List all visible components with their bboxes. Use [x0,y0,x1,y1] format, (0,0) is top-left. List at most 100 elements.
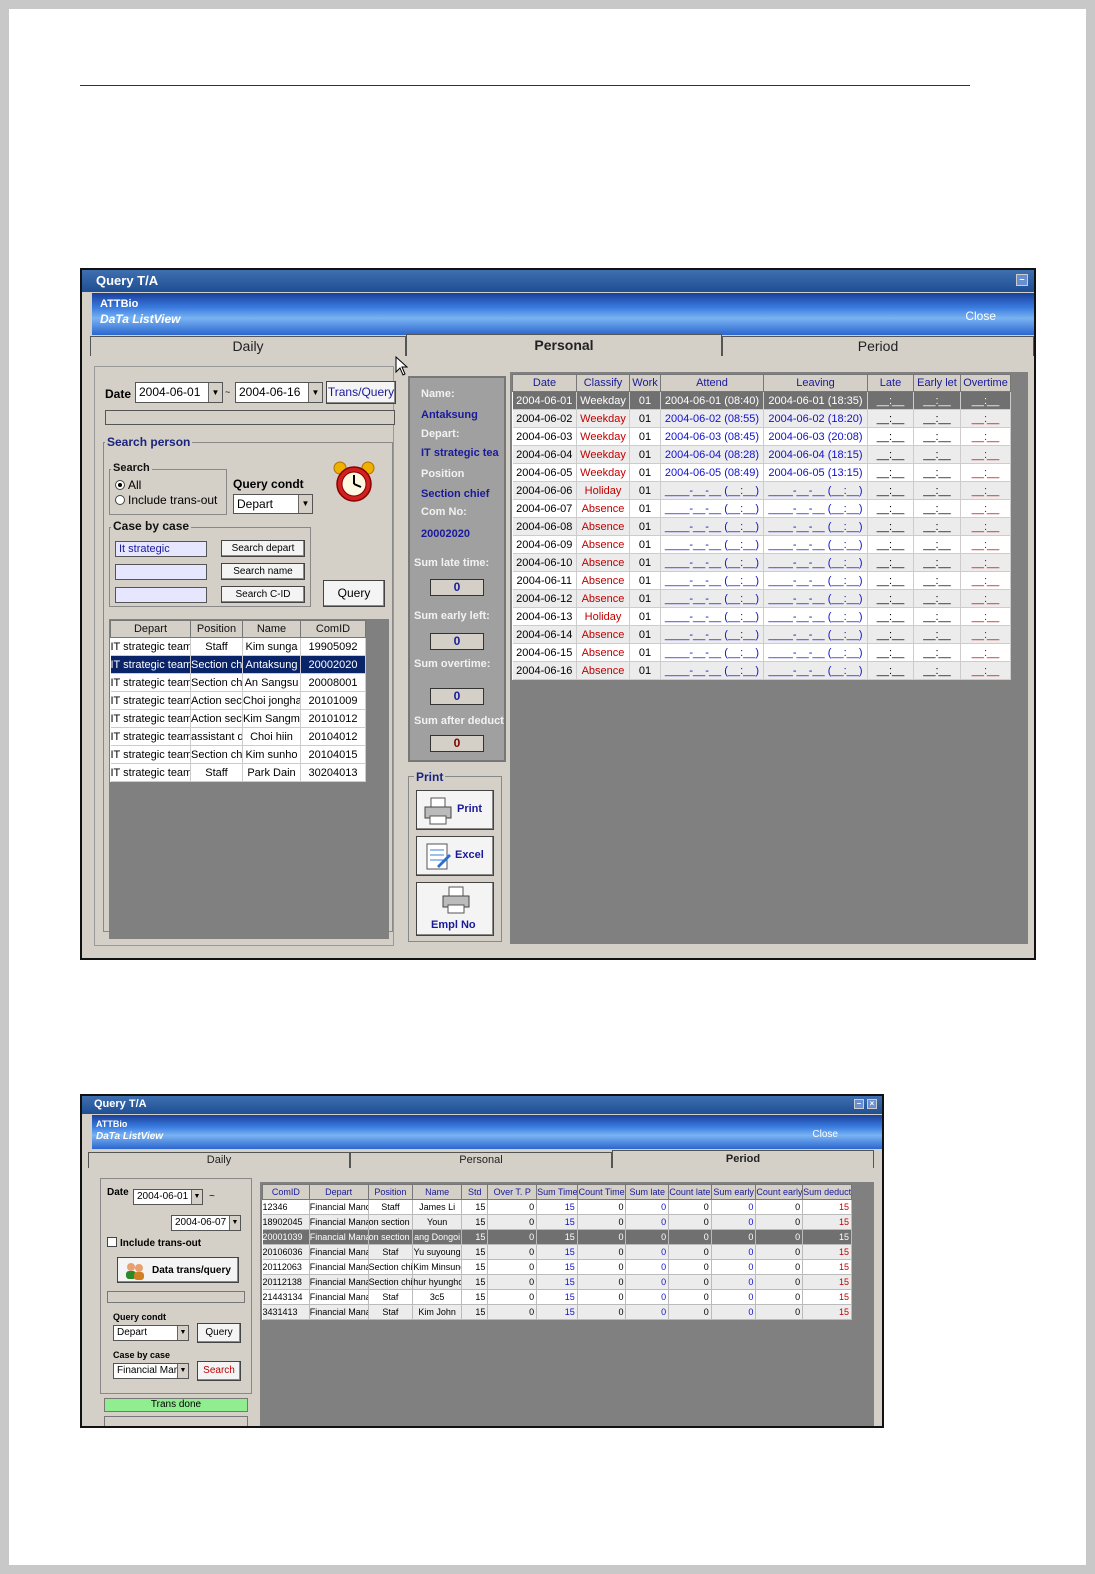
col-sum-time[interactable]: Sum Time [536,1184,578,1200]
table-row[interactable]: 2004-06-05 Weekday 01 2004-06-05 (08:49) 200… [512,463,1011,482]
col-leaving[interactable]: Leaving [763,374,868,392]
col-depart[interactable]: Depart [110,620,191,638]
table-row[interactable]: 2004-06-10 Absence 01 ____-__-__ (__:__) ___… [512,553,1011,572]
table-row[interactable]: IT strategic team Staff Kim sunga 19905092 [110,637,366,656]
tab-daily[interactable]: Daily [88,1152,350,1168]
chevron-down-icon[interactable]: ▼ [229,1216,240,1230]
table-row[interactable]: 20112138 Financial Mana Section chie hur hy… [262,1274,852,1290]
radio-all[interactable]: All [115,478,141,492]
table-row[interactable]: 2004-06-15 Absence 01 ____-__-__ (__:__) ___… [512,643,1011,662]
col-attend[interactable]: Attend [660,374,764,392]
table-row[interactable]: 2004-06-06 Holiday 01 ____-__-__ (__:__) ___… [512,481,1011,500]
case-combo[interactable]: Financial Mar ▼ [113,1363,189,1379]
table-row[interactable]: IT strategic team Section chi Kim sunho 201… [110,745,366,764]
col-late[interactable]: Late [867,374,914,392]
excel-button[interactable]: Excel [416,836,494,876]
case-depart-input[interactable]: It strategic [115,541,207,557]
table-row[interactable]: 2004-06-07 Absence 01 ____-__-__ (__:__) ___… [512,499,1011,518]
case-name-input[interactable] [115,564,207,580]
chevron-down-icon[interactable]: ▼ [177,1326,188,1340]
minimize-icon[interactable]: – [1016,274,1028,286]
tab-personal[interactable]: Personal [406,334,722,356]
table-row[interactable]: IT strategic team Action secti Choi jongha… [110,691,366,710]
late-cell: __:__ [867,625,914,644]
tab-personal[interactable]: Personal [350,1152,612,1168]
radio-include-trans-out[interactable]: Include trans-out [115,493,217,507]
search-cid-button[interactable]: Search C-ID [221,586,305,603]
table-row[interactable]: IT strategic team Section chi An Sangsu 200… [110,673,366,692]
table-row[interactable]: IT strategic team Action secti Kim Sangmi 2… [110,709,366,728]
col-position[interactable]: Position [190,620,243,638]
table-row[interactable]: 2004-06-02 Weekday 01 2004-06-02 (08:55) 200… [512,409,1011,428]
table-row[interactable]: 20106036 Financial Mana Staf Yu suyoung 15 0 1… [262,1244,852,1260]
query-condt-combo[interactable]: Depart ▼ [113,1325,189,1341]
table-row[interactable]: 18902045 Financial Mana on section c Youn 15… [262,1214,852,1230]
col-classify[interactable]: Classify [576,374,630,392]
table-row[interactable]: IT strategic team Section chi Antaksung 200… [110,655,366,674]
close-icon[interactable]: × [867,1099,877,1109]
table-row[interactable]: 2004-06-08 Absence 01 ____-__-__ (__:__) ___… [512,517,1011,536]
table-row[interactable]: 2004-06-13 Holiday 01 ____-__-__ (__:__) ___… [512,607,1011,626]
table-row[interactable]: 2004-06-11 Absence 01 ____-__-__ (__:__) ___… [512,571,1011,590]
table-row[interactable]: 12346 Financial Manc Staff James Li 15 0 15 0 0 0… [262,1199,852,1215]
col-name[interactable]: Name [242,620,301,638]
minimize-icon[interactable]: – [854,1099,864,1109]
col-over-t-p[interactable]: Over T. P [487,1184,538,1200]
date-to-combo[interactable]: 2004-06-07 ▼ [171,1215,241,1231]
table-row[interactable]: 2004-06-04 Weekday 01 2004-06-04 (08:28) 200… [512,445,1011,464]
date-to-combo[interactable]: 2004-06-16 ▼ [235,382,323,403]
col-sum-late[interactable]: Sum late [625,1184,670,1200]
print-button[interactable]: Print [416,790,494,830]
col-work[interactable]: Work [629,374,661,392]
col-early-let[interactable]: Early let [913,374,961,392]
empl-no-button[interactable]: Empl No [416,882,494,936]
col-sum-deduct[interactable]: Sum deduct [802,1184,852,1200]
close-button[interactable]: Close [965,309,996,323]
table-row[interactable]: 2004-06-09 Absence 01 ____-__-__ (__:__) ___… [512,535,1011,554]
search-name-button[interactable]: Search name [221,563,305,580]
col-position[interactable]: Position [367,1184,414,1200]
col-name[interactable]: Name [412,1184,462,1200]
chevron-down-icon[interactable]: ▼ [308,383,322,402]
table-row[interactable]: IT strategic team Staff Park Dain 30204013 [110,763,366,782]
close-button[interactable]: Close [812,1129,838,1140]
chevron-down-icon[interactable]: ▼ [208,383,222,402]
search-button[interactable]: Search [197,1361,241,1381]
col-depart[interactable]: Depart [308,1184,369,1200]
date-from-combo[interactable]: 2004-06-01 ▼ [135,382,223,403]
query-button[interactable]: Query [197,1323,241,1343]
data-trans-query-button[interactable]: Data trans/query [117,1257,239,1283]
col-count-late[interactable]: Count late [668,1184,712,1200]
table-row[interactable]: 2004-06-14 Absence 01 ____-__-__ (__:__) ___… [512,625,1011,644]
search-depart-button[interactable]: Search depart [221,540,305,557]
table-row[interactable]: 2004-06-03 Weekday 01 2004-06-03 (08:45) 200… [512,427,1011,446]
include-trans-out-checkbox[interactable]: Include trans-out [107,1237,201,1249]
case-cid-input[interactable] [115,587,207,603]
table-row[interactable]: IT strategic team assistant di Choi hiin 20… [110,727,366,746]
col-comid[interactable]: ComID [262,1184,310,1200]
col-date[interactable]: Date [512,374,577,392]
query-condt-combo[interactable]: Depart ▼ [233,494,313,514]
table-row[interactable]: 2004-06-16 Absence 01 ____-__-__ (__:__) ___… [512,661,1011,680]
col-overtime[interactable]: Overtime [960,374,1011,392]
col-std[interactable]: Std [460,1184,489,1200]
trans-query-button[interactable]: Trans/Query [326,381,396,404]
table-row[interactable]: 20001039 Financial Mana on section c ang Do… [262,1229,852,1245]
table-row[interactable]: 2004-06-12 Absence 01 ____-__-__ (__:__) ___… [512,589,1011,608]
col-count-early[interactable]: Count early [755,1184,804,1200]
query-button[interactable]: Query [323,580,385,607]
table-row[interactable]: 2004-06-01 Weekday 01 2004-06-01 (08:40) 200… [512,391,1011,410]
chevron-down-icon[interactable]: ▼ [298,495,312,513]
col-count-time[interactable]: Count Time [576,1184,627,1200]
chevron-down-icon[interactable]: ▼ [177,1364,188,1378]
table-row[interactable]: 3431413 Financial Mana Staf Kim John 15 0 15 0 0… [262,1304,852,1320]
date-from-combo[interactable]: 2004-06-01 ▼ [133,1189,203,1205]
tab-daily[interactable]: Daily [90,336,406,356]
tab-period[interactable]: Period [612,1150,874,1168]
col-comid[interactable]: ComID [300,620,366,638]
col-sum-early[interactable]: Sum early [710,1184,757,1200]
table-row[interactable]: 21443134 Financial Mana Staf 3c5 15 0 15 0 0 0 0 0 1… [262,1289,852,1305]
tab-period[interactable]: Period [722,336,1034,356]
chevron-down-icon[interactable]: ▼ [191,1190,202,1204]
table-row[interactable]: 20112063 Financial Mana Section chie Kim Mi… [262,1259,852,1275]
